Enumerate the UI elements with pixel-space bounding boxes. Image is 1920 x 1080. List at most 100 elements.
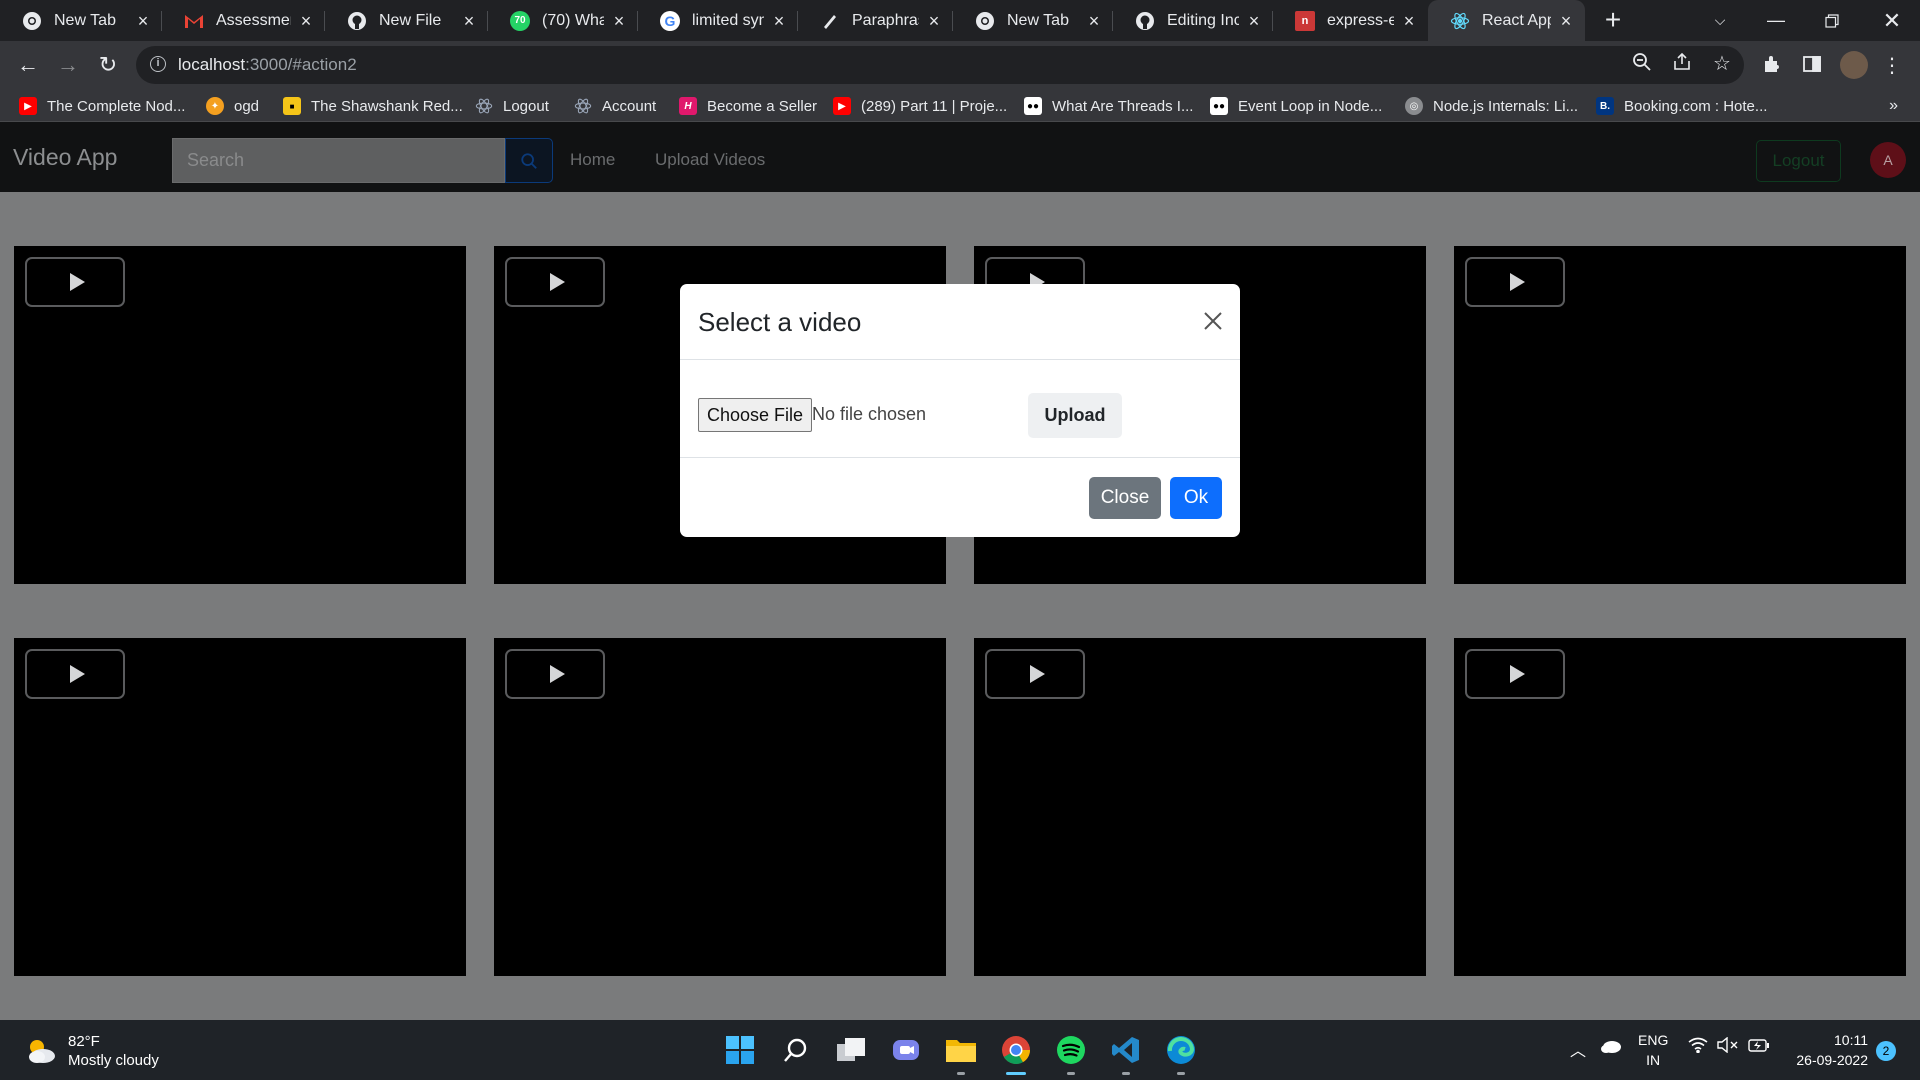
bookmark-item[interactable]: Account (574, 95, 656, 117)
tab-new-file[interactable]: New File × (325, 0, 488, 41)
choose-file-button[interactable]: Choose File (698, 398, 813, 432)
bookmark-item[interactable]: ●● Event Loop in Node... (1210, 95, 1382, 117)
bookmark-item[interactable]: B. Booking.com : Hote... (1596, 95, 1767, 117)
extensions-icon[interactable] (1760, 54, 1784, 78)
search-taskbar-button[interactable] (778, 1032, 814, 1068)
tab-editing[interactable]: Editing Incu × (1113, 0, 1273, 41)
play-button[interactable] (505, 257, 605, 307)
spotify-taskbar-button[interactable] (1053, 1032, 1089, 1075)
avatar[interactable]: A (1870, 142, 1906, 178)
vscode-taskbar-button[interactable] (1108, 1032, 1144, 1075)
play-icon (1509, 665, 1525, 683)
close-tab-icon[interactable]: × (1245, 12, 1263, 30)
search-input[interactable]: Search (172, 138, 505, 183)
start-button[interactable] (722, 1032, 758, 1068)
close-tab-icon[interactable]: × (1400, 12, 1418, 30)
youtube-icon: ▶ (19, 97, 37, 115)
close-tab-icon[interactable]: × (925, 12, 943, 30)
volume-muted-icon[interactable] (1717, 1036, 1739, 1058)
close-tab-icon[interactable]: × (460, 12, 478, 30)
react-icon (475, 97, 493, 115)
logout-button[interactable]: Logout (1756, 140, 1841, 182)
edge-taskbar-button[interactable] (1163, 1032, 1199, 1075)
search-button[interactable] (505, 138, 553, 183)
new-tab-button[interactable]: + (1598, 6, 1628, 36)
tab-limited-sync[interactable]: G limited sync × (638, 0, 798, 41)
forward-arrow-icon[interactable]: → (52, 49, 84, 81)
play-button[interactable] (505, 649, 605, 699)
tab-title: limited sync (692, 11, 764, 29)
windows-logo-icon (726, 1036, 754, 1064)
nav-home-link[interactable]: Home (570, 150, 615, 170)
bookmark-star-icon[interactable]: ☆ (1710, 52, 1734, 76)
bookmark-item[interactable]: ✦ ogd (206, 95, 259, 117)
share-icon[interactable] (1670, 52, 1694, 76)
side-panel-icon[interactable] (1800, 54, 1824, 78)
onedrive-cloud-icon[interactable] (1600, 1039, 1622, 1058)
bookmark-item[interactable]: ▶ The Complete Nod... (19, 95, 185, 117)
tab-assessment[interactable]: Assessment × (162, 0, 325, 41)
upload-button[interactable]: Upload (1028, 393, 1122, 438)
more-menu-icon[interactable]: ⋮ (1880, 54, 1904, 78)
play-button[interactable] (985, 649, 1085, 699)
tab-react-app[interactable]: React App × (1428, 0, 1585, 41)
bookmark-item[interactable]: ◎ Node.js Internals: Li... (1405, 95, 1578, 117)
bookmarks-overflow-chevron[interactable]: » (1889, 97, 1898, 115)
youtube-icon: ▶ (833, 97, 851, 115)
nav-upload-videos-link[interactable]: Upload Videos (655, 150, 765, 170)
play-button[interactable] (25, 257, 125, 307)
zoom-icon[interactable] (1630, 52, 1654, 76)
chrome-icon (975, 11, 995, 31)
tab-new-tab-2[interactable]: New Tab × (953, 0, 1113, 41)
battery-charging-icon[interactable] (1748, 1037, 1770, 1058)
tab-new-tab-1[interactable]: New Tab × (0, 0, 162, 41)
play-button[interactable] (1465, 257, 1565, 307)
close-tab-icon[interactable]: × (1557, 12, 1575, 30)
play-button[interactable] (1465, 649, 1565, 699)
chrome-icon (1002, 1036, 1030, 1064)
tray-overflow-chevron-icon[interactable]: ︿ (1570, 1037, 1586, 1061)
restore-icon[interactable] (1804, 0, 1860, 41)
bookmark-item[interactable]: H Become a Seller (679, 95, 817, 117)
tab-title: New Tab (1007, 11, 1069, 29)
tab-express-ejs[interactable]: n express-ejs × (1273, 0, 1428, 41)
address-bar[interactable]: i localhost:3000/#action2 ☆ (136, 46, 1744, 84)
close-tab-icon[interactable]: × (134, 12, 152, 30)
close-tab-icon[interactable]: × (610, 12, 628, 30)
url-text[interactable]: localhost:3000/#action2 (178, 55, 357, 75)
minimize-icon[interactable]: — (1748, 0, 1804, 41)
notification-badge[interactable]: 2 (1876, 1041, 1896, 1061)
language-indicator[interactable]: ENG IN (1638, 1030, 1668, 1070)
tab-paraphrasing[interactable]: Paraphrasin × (798, 0, 953, 41)
close-window-icon[interactable]: ✕ (1864, 0, 1920, 41)
weather-widget[interactable]: 82°F Mostly cloudy (24, 1032, 159, 1070)
back-arrow-icon[interactable]: ← (12, 49, 44, 81)
file-explorer-button[interactable] (943, 1032, 979, 1075)
video-card (14, 246, 466, 584)
close-tab-icon[interactable]: × (770, 12, 788, 30)
edge-icon (1167, 1036, 1195, 1064)
close-tab-icon[interactable]: × (1085, 12, 1103, 30)
close-button[interactable]: Close (1089, 477, 1161, 519)
ok-button[interactable]: Ok (1170, 477, 1222, 519)
bookmark-item[interactable]: ▶ (289) Part 11 | Proje... (833, 95, 1007, 117)
reload-icon[interactable]: ↻ (92, 49, 124, 81)
chrome-taskbar-button[interactable] (998, 1032, 1034, 1075)
close-tab-icon[interactable]: × (297, 12, 315, 30)
bookmark-item[interactable]: Logout (475, 95, 549, 117)
teams-chat-button[interactable] (888, 1032, 924, 1068)
profile-avatar[interactable] (1840, 51, 1868, 79)
site-info-icon[interactable]: i (150, 56, 166, 72)
tab-search-chevron-icon[interactable]: ⌵ (1692, 0, 1748, 41)
modal-close-icon[interactable] (1200, 308, 1226, 334)
bookmark-item[interactable]: ●● What Are Threads I... (1024, 95, 1193, 117)
system-clock[interactable]: 10:11 26-09-2022 (1788, 1030, 1868, 1070)
temperature: 82°F (68, 1033, 100, 1050)
wifi-icon[interactable] (1688, 1037, 1708, 1058)
bookmark-item[interactable]: ■ The Shawshank Red... (283, 95, 463, 117)
play-button[interactable] (25, 649, 125, 699)
search-icon (521, 152, 537, 169)
task-view-button[interactable] (833, 1032, 869, 1068)
app-brand[interactable]: Video App (13, 144, 117, 171)
tab-whatsapp[interactable]: 70 (70) WhatsA × (488, 0, 638, 41)
